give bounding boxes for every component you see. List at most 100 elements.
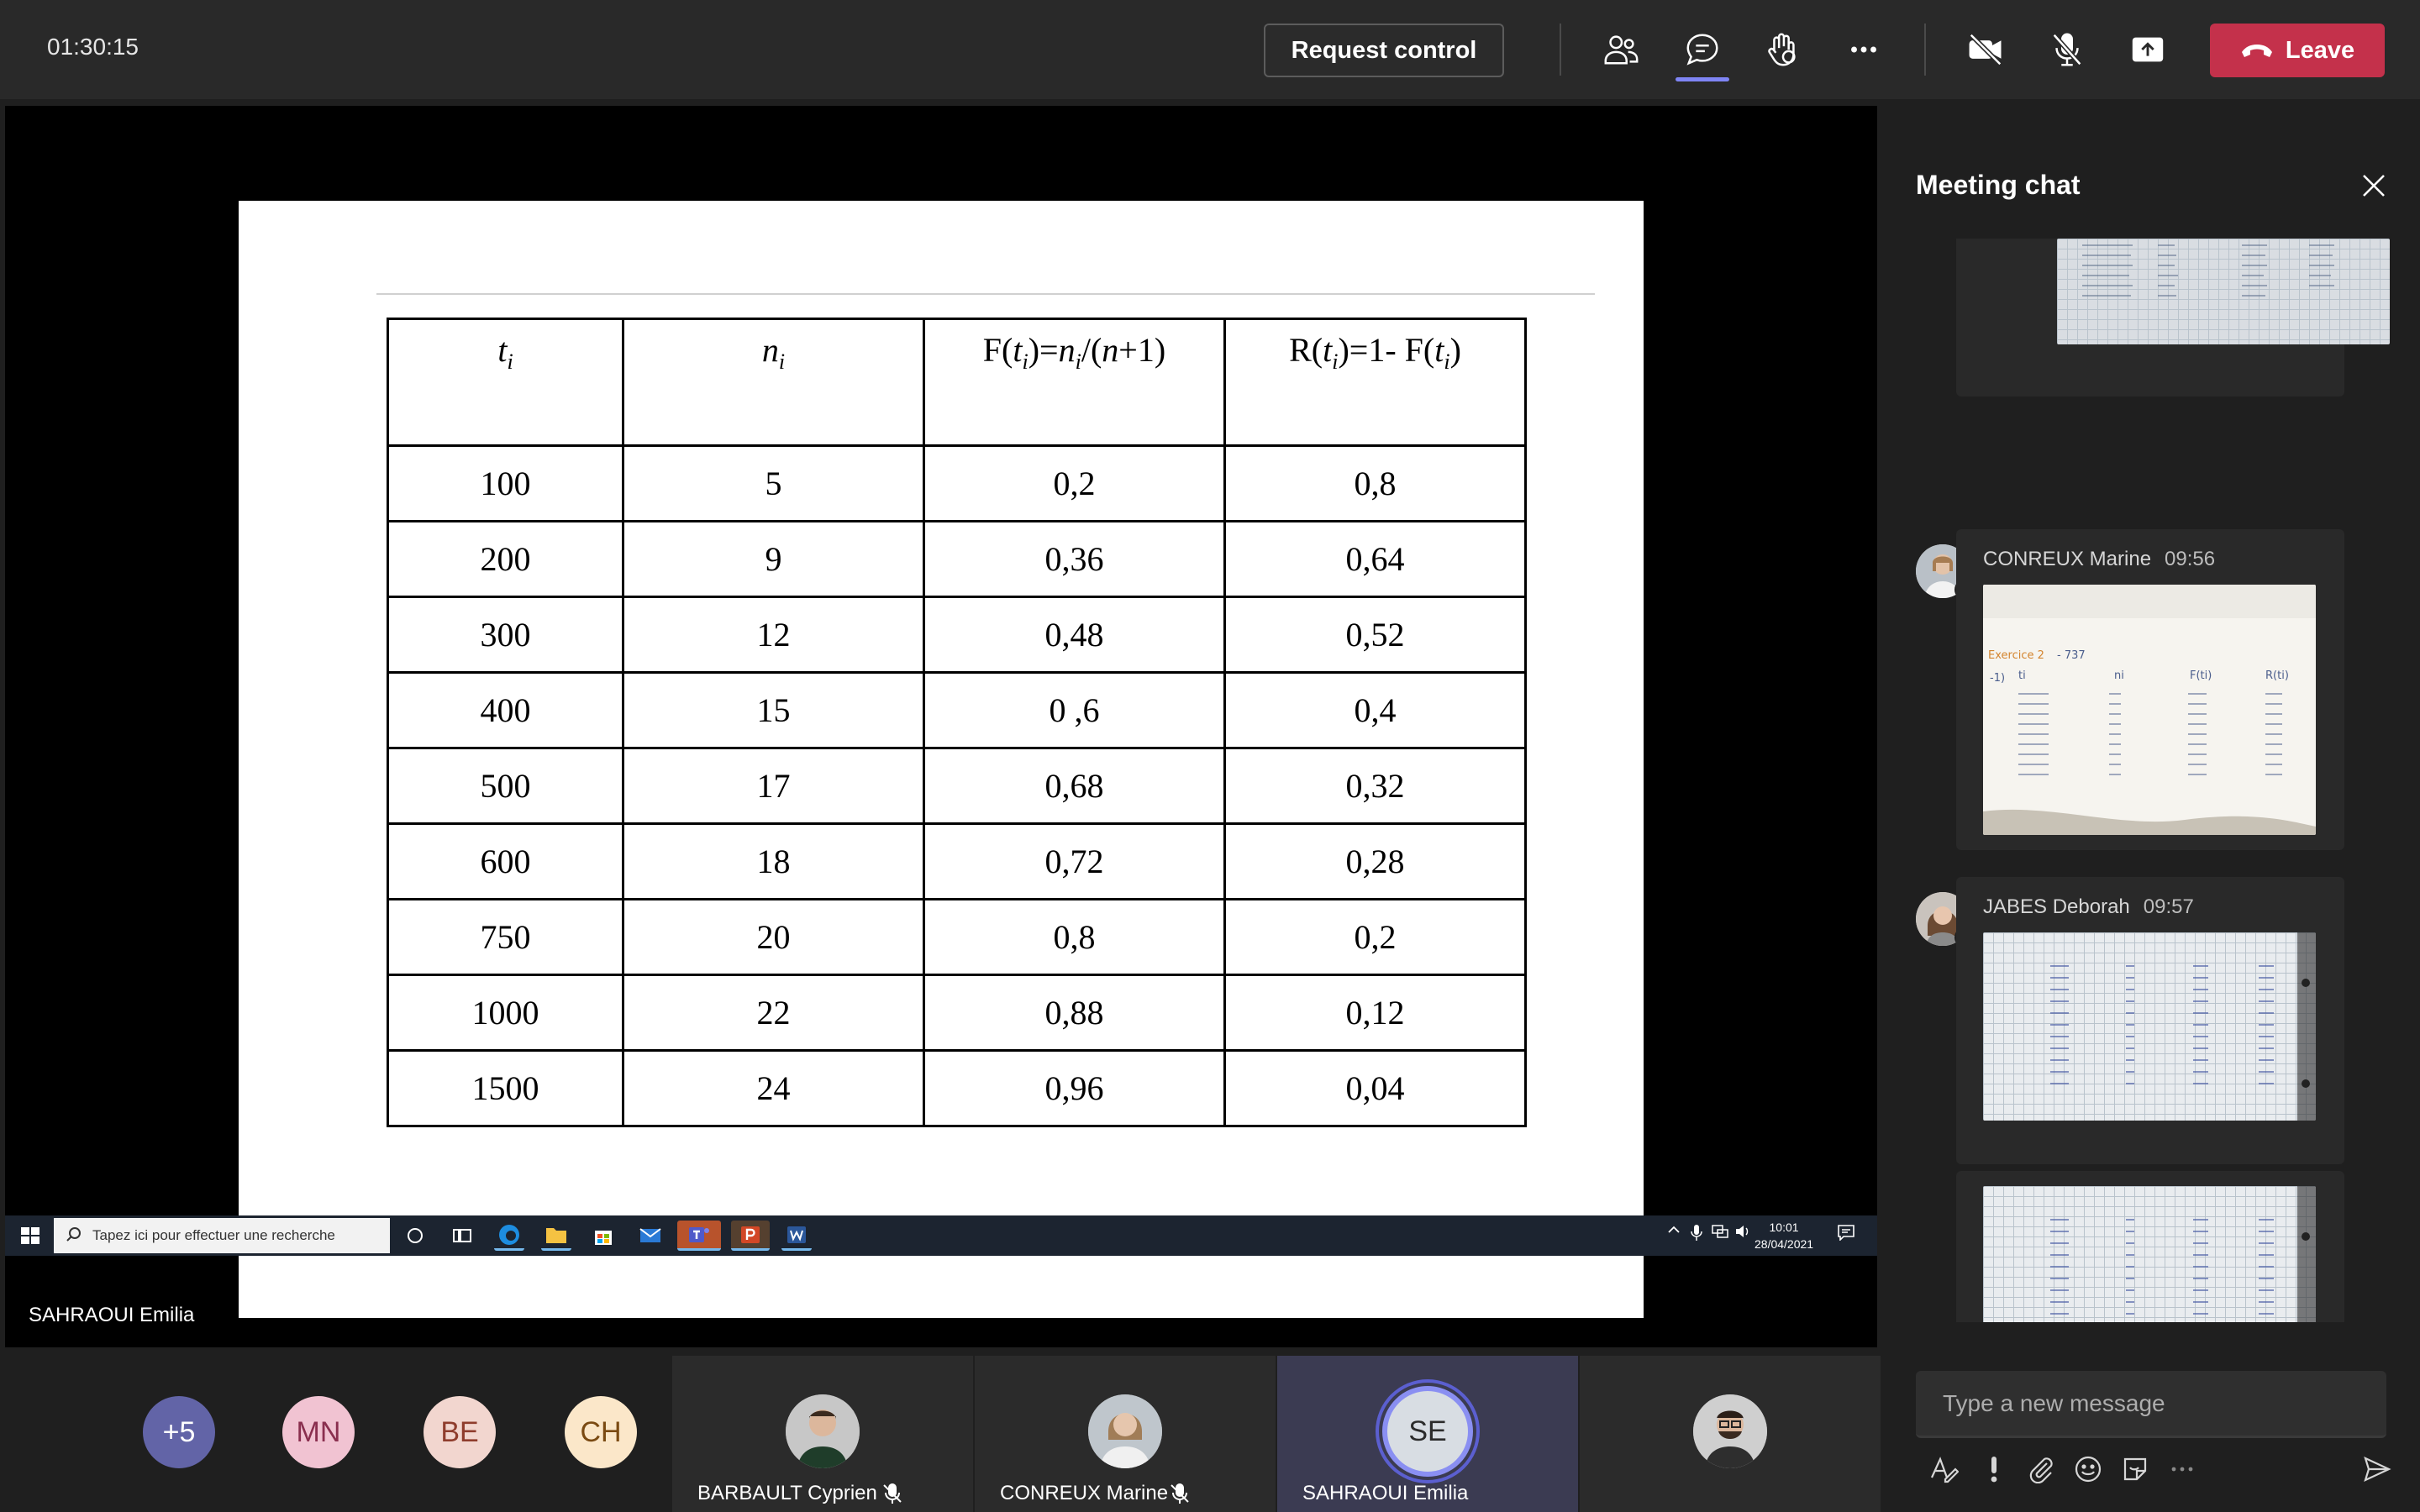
new-message-input[interactable]: Type a new message (1916, 1371, 2386, 1438)
edge-icon[interactable] (494, 1221, 524, 1251)
table-cell: 750 (387, 898, 624, 976)
participant-initials: SE (1408, 1415, 1447, 1447)
svg-text:Exercice 2: Exercice 2 (1988, 649, 2044, 662)
task-view-icon[interactable] (447, 1221, 477, 1251)
table-cell: 0,72 (923, 822, 1226, 900)
participant-avatar[interactable]: BE (424, 1396, 496, 1468)
handwritten-table-image: Exercice 2 - 737 -1) ti ni F(ti) R(ti) (1983, 585, 2316, 835)
shared-photo[interactable]: Exercice 2 - 737 -1) ti ni F(ti) R(ti) (1983, 585, 2316, 835)
tray-volume-icon[interactable] (1734, 1224, 1751, 1242)
header-ti: ti (387, 318, 624, 447)
toolbar-divider (1924, 24, 1926, 76)
participant-avatar[interactable]: MN (282, 1396, 355, 1468)
shared-photo[interactable] (1983, 932, 2316, 1121)
table-cell: 12 (622, 596, 925, 674)
message-placeholder: Type a new message (1943, 1389, 2165, 1416)
participant-name: SAHRAOUI Emilia (1302, 1482, 1469, 1504)
tray-network-icon[interactable] (1711, 1224, 1729, 1242)
chat-title: Meeting chat (1916, 170, 2081, 200)
table-cell: 500 (387, 747, 624, 825)
windows-start-icon[interactable] (20, 1226, 40, 1246)
participant-photo (1088, 1394, 1162, 1468)
table-cell: 0,68 (923, 747, 1226, 825)
close-icon[interactable] (2360, 171, 2388, 200)
table-cell: 22 (622, 974, 925, 1052)
chat-timestamp: 09:57 (2143, 895, 2194, 918)
format-icon[interactable] (1926, 1452, 1961, 1487)
emoji-icon[interactable] (2070, 1452, 2106, 1487)
chat-message: JABES Deborah 09:57 (1956, 877, 2344, 1164)
file-explorer-icon[interactable] (541, 1221, 571, 1251)
notifications-icon[interactable] (1837, 1224, 1855, 1243)
table-cell: 600 (387, 822, 624, 900)
svg-text:ti: ti (2018, 669, 2026, 682)
store-icon[interactable] (588, 1221, 618, 1251)
composer-toolbar (1882, 1452, 2420, 1502)
muted-mic-icon (883, 1483, 902, 1504)
table-row: 1000 22 0,88 0,12 (387, 974, 1527, 1052)
more-options-icon[interactable] (1839, 25, 1888, 74)
word-icon[interactable] (781, 1221, 812, 1251)
chat-icon[interactable] (1678, 25, 1727, 74)
table-cell: 300 (387, 596, 624, 674)
powerpoint-icon[interactable] (731, 1221, 770, 1251)
leave-button[interactable]: Leave (2210, 24, 2385, 77)
participant-tile[interactable]: BARBAULT Cyprien (672, 1356, 973, 1512)
table-cell: 0,52 (1223, 596, 1527, 674)
shared-photo[interactable] (1983, 1186, 2316, 1322)
presentation-slide: ti ni F(ti)=ni/(n+1) R(ti)=1- F(ti) 100 5… (239, 201, 1644, 1318)
participant-tile[interactable] (1580, 1356, 1881, 1512)
participant-tile[interactable]: SE SAHRAOUI Emilia (1277, 1356, 1578, 1512)
chat-message (1956, 1171, 2344, 1322)
sticker-icon[interactable] (2118, 1452, 2153, 1487)
share-tray-icon[interactable] (2123, 25, 2172, 74)
header-f: F(ti)=ni/(n+1) (923, 318, 1226, 447)
send-icon[interactable] (2360, 1452, 2395, 1487)
taskbar-search-placeholder: Tapez ici pour effectuer une recherche (92, 1227, 335, 1243)
table-cell: 0,4 (1223, 671, 1527, 749)
participant-avatar[interactable]: CH (565, 1396, 637, 1468)
teams-taskbar-icon[interactable] (677, 1221, 721, 1251)
header-ni: ni (622, 318, 925, 447)
svg-text:-1): -1) (1990, 672, 2005, 685)
cortana-icon[interactable] (400, 1221, 430, 1251)
svg-text:F(ti): F(ti) (2190, 669, 2212, 682)
table-cell: 0,88 (923, 974, 1226, 1052)
attach-icon[interactable] (2023, 1452, 2059, 1487)
formula-text: F(ti)=ni/(n+1) (982, 331, 1166, 374)
table-row: 100 5 0,2 0,8 (387, 444, 1527, 522)
table-cell: 17 (622, 747, 925, 825)
table-row: 200 9 0,36 0,64 (387, 520, 1527, 598)
taskbar-search-box[interactable]: Tapez ici pour effectuer une recherche (54, 1218, 390, 1253)
more-compose-options-icon[interactable] (2165, 1452, 2200, 1487)
handwritten-table-image (2050, 1186, 2316, 1322)
table-cell: 1500 (387, 1049, 624, 1127)
table-row: 750 20 0,8 0,2 (387, 898, 1527, 976)
tray-mic-icon[interactable] (1691, 1224, 1702, 1245)
table-header-row: ti ni F(ti)=ni/(n+1) R(ti)=1- F(ti) (387, 318, 1527, 447)
important-icon[interactable] (1976, 1452, 2012, 1487)
participants-icon[interactable] (1597, 25, 1645, 74)
table-cell: 100 (387, 444, 624, 522)
presenter-name: SAHRAOUI Emilia (29, 1304, 195, 1326)
chat-active-indicator (1676, 77, 1729, 81)
mail-icon[interactable] (635, 1221, 666, 1251)
overflow-participants-button[interactable]: +5 (143, 1396, 215, 1468)
tray-chevron-icon[interactable] (1667, 1224, 1681, 1238)
request-control-button[interactable]: Request control (1264, 24, 1504, 77)
header-r: R(ti)=1- F(ti) (1223, 318, 1527, 447)
raise-hand-icon[interactable] (1758, 25, 1807, 74)
shared-photo[interactable] (2057, 239, 2390, 344)
camera-off-icon[interactable] (1961, 25, 2010, 74)
chat-message (1956, 239, 2390, 396)
reliability-table: ti ni F(ti)=ni/(n+1) R(ti)=1- F(ti) 100 5… (387, 318, 1527, 1127)
chat-message: CONREUX Marine 09:56 Exercice 2 - 737 -1)… (1956, 529, 2344, 850)
participant-photo (1693, 1394, 1767, 1468)
chat-message-list[interactable]: CONREUX Marine 09:56 Exercice 2 - 737 -1)… (1882, 239, 2420, 1322)
table-cell: 0,2 (923, 444, 1226, 522)
table-row: 1500 24 0,96 0,04 (387, 1049, 1527, 1127)
taskbar-clock[interactable]: 10:01 28/04/2021 (1754, 1219, 1813, 1252)
mic-off-icon[interactable] (2043, 25, 2091, 74)
meeting-chat-panel: Meeting chat CONREUX Marine 09:56 Exerci… (1882, 106, 2420, 1347)
participant-tile[interactable]: CONREUX Marine (975, 1356, 1276, 1512)
